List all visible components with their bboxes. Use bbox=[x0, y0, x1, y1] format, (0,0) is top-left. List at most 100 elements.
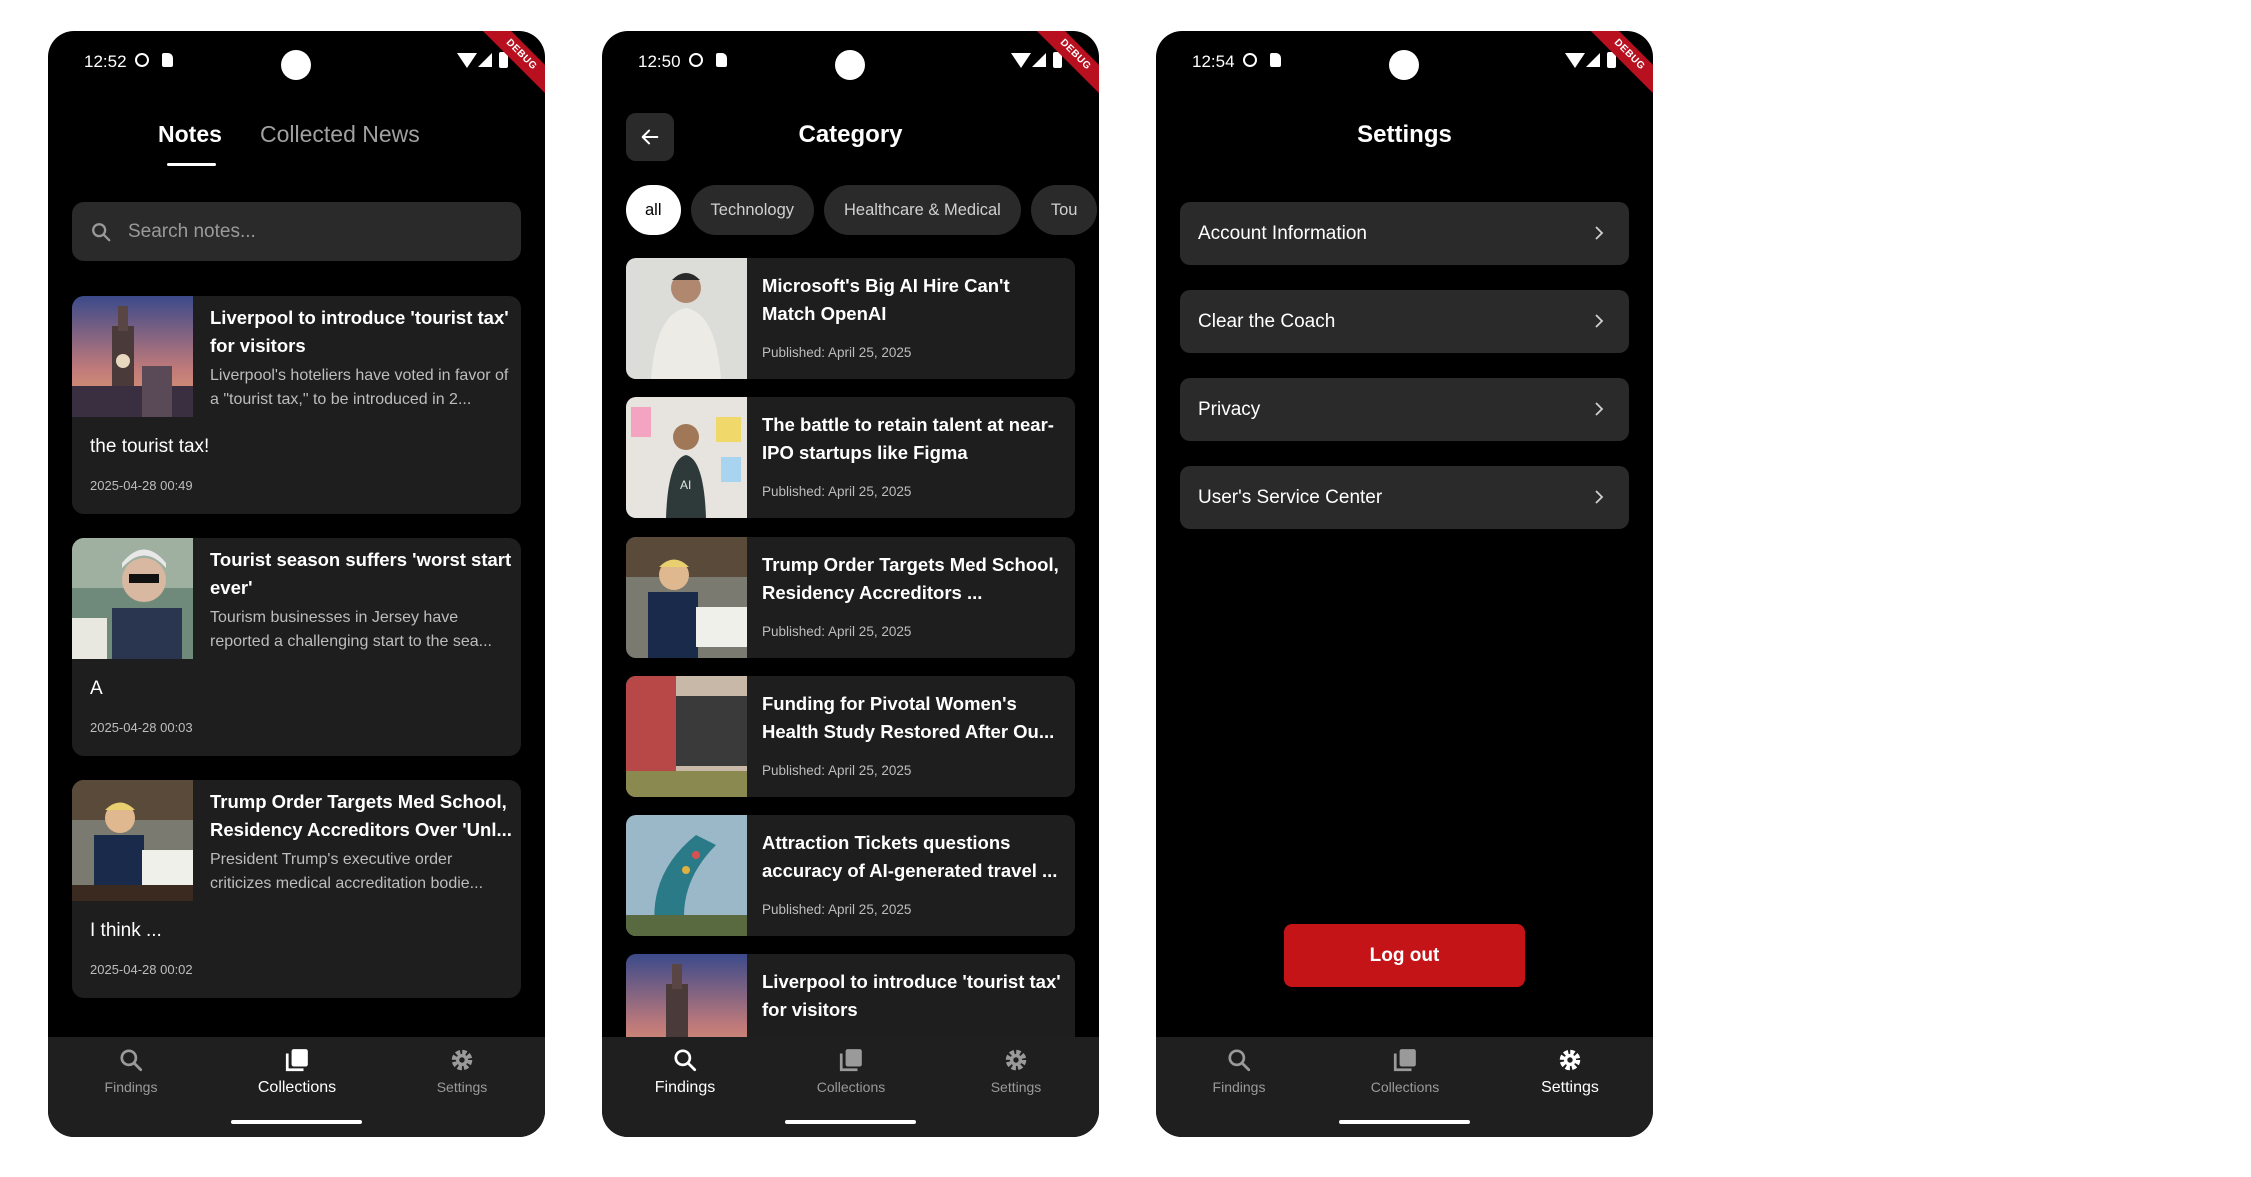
note-title: Trump Order Targets Med School, Residenc… bbox=[210, 791, 512, 840]
status-time: 12:50 bbox=[638, 52, 681, 71]
chevron-right-icon bbox=[1595, 226, 1604, 240]
chip-tourism[interactable]: Tou bbox=[1030, 185, 1098, 235]
news-thumbnail: AI bbox=[626, 397, 747, 518]
notes-screen: 12:52 DEBUG Notes Collected News Search … bbox=[48, 31, 545, 1137]
collections-icon bbox=[285, 1049, 308, 1072]
nav-settings[interactable]: Settings bbox=[379, 1047, 545, 1107]
chip-healthcare[interactable]: Healthcare & Medical bbox=[824, 185, 1021, 235]
wifi-icon bbox=[1565, 53, 1585, 68]
shield-icon bbox=[1243, 53, 1257, 67]
news-date: Published: April 25, 2025 bbox=[762, 484, 912, 499]
bottom-navigation: Findings Collections Settings bbox=[1156, 1037, 1653, 1137]
nav-collections-label: Collections bbox=[257, 1079, 337, 1096]
news-thumbnail bbox=[626, 676, 747, 797]
note-card[interactable]: Tourist season suffers 'worst start ever… bbox=[72, 538, 521, 756]
gear-icon bbox=[451, 1049, 473, 1071]
signal-icon bbox=[1586, 53, 1600, 67]
tab-indicator bbox=[167, 163, 216, 166]
status-bar: 12:52 DEBUG bbox=[48, 31, 545, 105]
note-date: 2025-04-28 00:49 bbox=[90, 478, 193, 493]
search-placeholder: Search notes... bbox=[128, 220, 256, 242]
nav-findings[interactable]: Findings bbox=[602, 1047, 768, 1107]
note-card[interactable]: Trump Order Targets Med School, Residenc… bbox=[72, 780, 521, 998]
status-bar: 12:54 DEBUG bbox=[1156, 31, 1653, 105]
chip-all[interactable]: all bbox=[626, 185, 681, 235]
note-text: the tourist tax! bbox=[90, 436, 210, 457]
tab-notes[interactable]: Notes bbox=[158, 121, 222, 148]
note-title: Tourist season suffers 'worst start ever… bbox=[210, 549, 512, 598]
bottom-navigation: Findings Collections Settings bbox=[602, 1037, 1099, 1137]
news-thumbnail bbox=[626, 258, 747, 379]
settings-item-label: Privacy bbox=[1198, 399, 1261, 420]
debug-banner: DEBUG bbox=[1579, 31, 1653, 105]
news-title: Funding for Pivotal Women's Health Study… bbox=[762, 693, 1055, 742]
note-thumbnail bbox=[72, 538, 193, 659]
note-thumbnail bbox=[72, 780, 193, 901]
nav-collections[interactable]: Collections bbox=[768, 1047, 934, 1107]
chevron-right-icon bbox=[1595, 490, 1604, 504]
settings-item-label: Clear the Coach bbox=[1198, 311, 1336, 332]
page-title: Settings bbox=[1357, 121, 1452, 148]
settings-item-account[interactable]: Account Information bbox=[1180, 202, 1629, 265]
news-title: Attraction Tickets questions accuracy of… bbox=[762, 832, 1058, 881]
news-card[interactable]: Attraction Tickets questions accuracy of… bbox=[626, 815, 1075, 936]
home-indicator bbox=[785, 1120, 916, 1124]
category-chips: all Technology Healthcare & Medical Tou bbox=[626, 185, 1099, 235]
gear-icon bbox=[1005, 1049, 1027, 1071]
nav-collections[interactable]: Collections bbox=[214, 1047, 380, 1107]
nav-collections[interactable]: Collections bbox=[1322, 1047, 1488, 1107]
tab-collected-news[interactable]: Collected News bbox=[260, 121, 420, 148]
search-icon bbox=[1228, 1049, 1251, 1072]
settings-item-label: Account Information bbox=[1198, 223, 1367, 244]
page-title: Category bbox=[798, 121, 903, 148]
news-date: Published: April 25, 2025 bbox=[762, 624, 912, 639]
nav-settings[interactable]: Settings bbox=[933, 1047, 1099, 1107]
note-thumbnail bbox=[72, 296, 193, 417]
home-indicator bbox=[231, 1120, 362, 1124]
debug-banner: DEBUG bbox=[1025, 31, 1099, 105]
status-bar: 12:50 DEBUG bbox=[602, 31, 1099, 105]
news-title: Liverpool to introduce 'tourist tax' for… bbox=[762, 971, 1061, 1020]
search-icon bbox=[674, 1049, 697, 1072]
home-indicator bbox=[1339, 1120, 1470, 1124]
note-date: 2025-04-28 00:03 bbox=[90, 720, 193, 735]
search-icon bbox=[92, 222, 111, 241]
sd-card-icon bbox=[162, 53, 173, 67]
news-date: Published: April 25, 2025 bbox=[762, 902, 912, 917]
chevron-right-icon bbox=[1595, 402, 1604, 416]
news-title: The battle to retain talent at near-IPO … bbox=[762, 414, 1054, 463]
settings-screen: 12:54 DEBUG Settings Account Information… bbox=[1156, 31, 1653, 1137]
nav-settings-label: Settings bbox=[990, 1079, 1042, 1095]
nav-findings-label: Findings bbox=[654, 1079, 716, 1096]
sd-card-icon bbox=[1270, 53, 1281, 67]
note-card[interactable]: Liverpool to introduce 'tourist tax' for… bbox=[72, 296, 521, 514]
news-card[interactable]: Funding for Pivotal Women's Health Study… bbox=[626, 676, 1075, 797]
logout-button[interactable]: Log out bbox=[1284, 924, 1525, 987]
nav-findings-label: Findings bbox=[1212, 1079, 1266, 1095]
settings-item-service-center[interactable]: User's Service Center bbox=[1180, 466, 1629, 529]
nav-findings[interactable]: Findings bbox=[1156, 1047, 1322, 1107]
gear-icon bbox=[1559, 1049, 1581, 1071]
nav-settings-label: Settings bbox=[436, 1079, 488, 1095]
settings-item-clear-coach[interactable]: Clear the Coach bbox=[1180, 290, 1629, 353]
search-input[interactable]: Search notes... bbox=[72, 202, 521, 261]
news-card[interactable]: Microsoft's Big AI Hire Can't Match Open… bbox=[626, 258, 1075, 379]
chip-technology[interactable]: Technology bbox=[690, 185, 814, 235]
nav-collections-label: Collections bbox=[816, 1079, 886, 1095]
chevron-right-icon bbox=[1595, 314, 1604, 328]
news-card[interactable]: AI The battle to retain talent at near-I… bbox=[626, 397, 1075, 518]
note-description: Tourism businesses in Jersey have report… bbox=[210, 609, 492, 650]
wifi-icon bbox=[457, 53, 477, 68]
news-title: Trump Order Targets Med School, Residenc… bbox=[762, 554, 1059, 603]
bottom-navigation: Findings Collections Settings bbox=[48, 1037, 545, 1137]
news-card[interactable]: Trump Order Targets Med School, Residenc… bbox=[626, 537, 1075, 658]
note-description: President Trump's executive order critic… bbox=[210, 851, 484, 892]
settings-item-privacy[interactable]: Privacy bbox=[1180, 378, 1629, 441]
shield-icon bbox=[689, 53, 703, 67]
note-text: A bbox=[90, 678, 103, 699]
note-text: I think ... bbox=[90, 920, 162, 941]
nav-findings[interactable]: Findings bbox=[48, 1047, 214, 1107]
collections-icon bbox=[839, 1049, 862, 1072]
nav-settings[interactable]: Settings bbox=[1487, 1047, 1653, 1107]
news-thumbnail bbox=[626, 815, 747, 936]
